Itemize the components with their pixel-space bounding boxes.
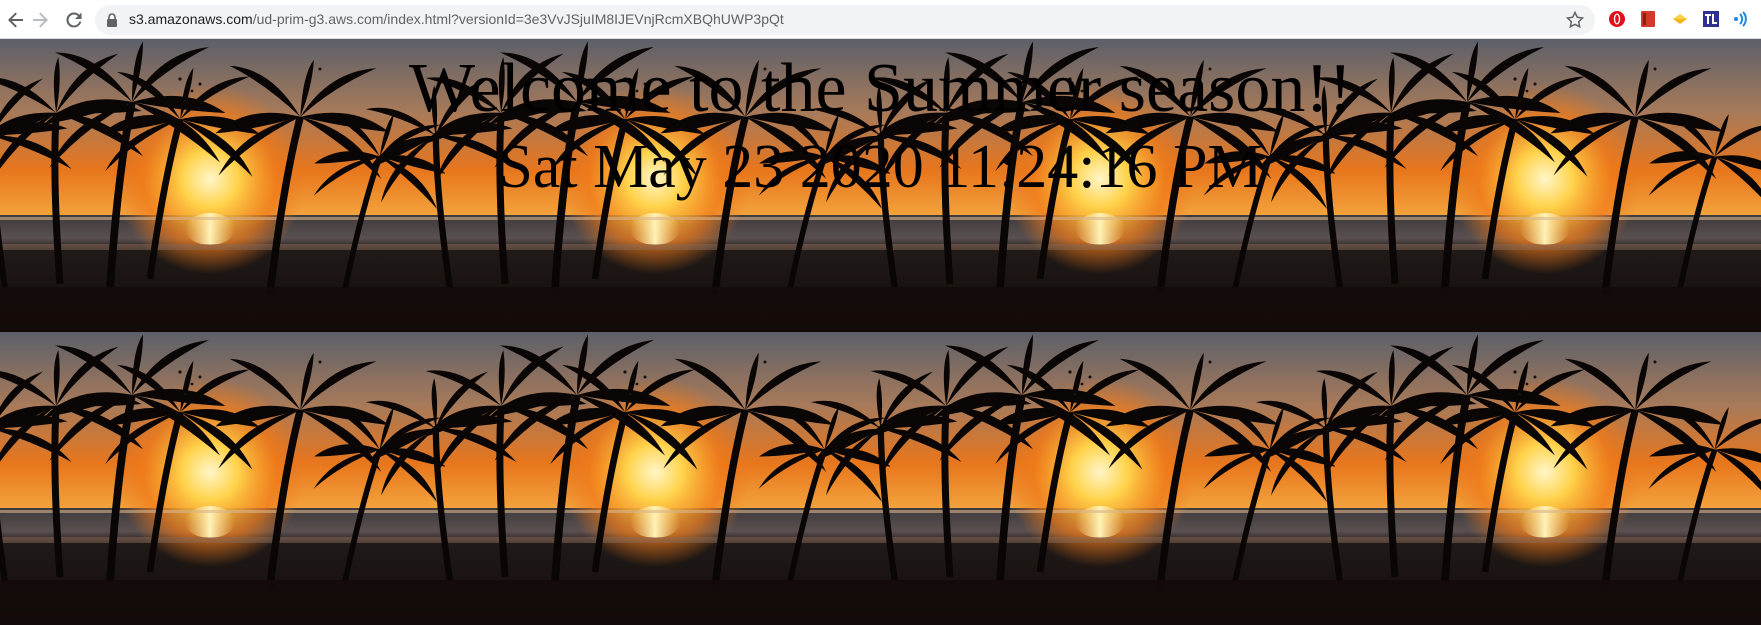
opera-extension-icon[interactable] (1607, 9, 1627, 29)
back-arrow-icon (8, 12, 23, 28)
url-host: s3.amazonaws.com (129, 11, 253, 27)
address-bar[interactable]: s3.amazonaws.com/ud-prim-g3.aws.com/inde… (95, 5, 1595, 35)
url-text[interactable]: s3.amazonaws.com/ud-prim-g3.aws.com/inde… (129, 11, 784, 27)
welcome-heading: Welcome to the Summer season!! (409, 50, 1352, 127)
blue-wave-extension-icon[interactable] (1730, 9, 1750, 29)
red-book-extension-icon[interactable] (1638, 9, 1658, 29)
forward-arrow-icon (33, 12, 48, 28)
reload-button[interactable] (62, 8, 86, 32)
url-path: /ud-prim-g3.aws.com/index.html?versionId… (252, 11, 784, 27)
current-datetime: Sat May 23 2020 11:24:16 PM (498, 133, 1263, 201)
tl-extension-icon[interactable] (1701, 9, 1721, 29)
lock-icon (107, 13, 117, 27)
back-button[interactable] (4, 8, 28, 32)
reload-icon (66, 12, 82, 28)
browser-toolbar: s3.amazonaws.com/ud-prim-g3.aws.com/inde… (0, 0, 1761, 39)
forward-button[interactable] (28, 8, 52, 32)
star-icon[interactable] (1565, 10, 1585, 30)
page-body: Welcome to the Summer season!! Sat May 2… (0, 39, 1761, 625)
yellow-diamond-extension-icon[interactable] (1670, 9, 1690, 29)
